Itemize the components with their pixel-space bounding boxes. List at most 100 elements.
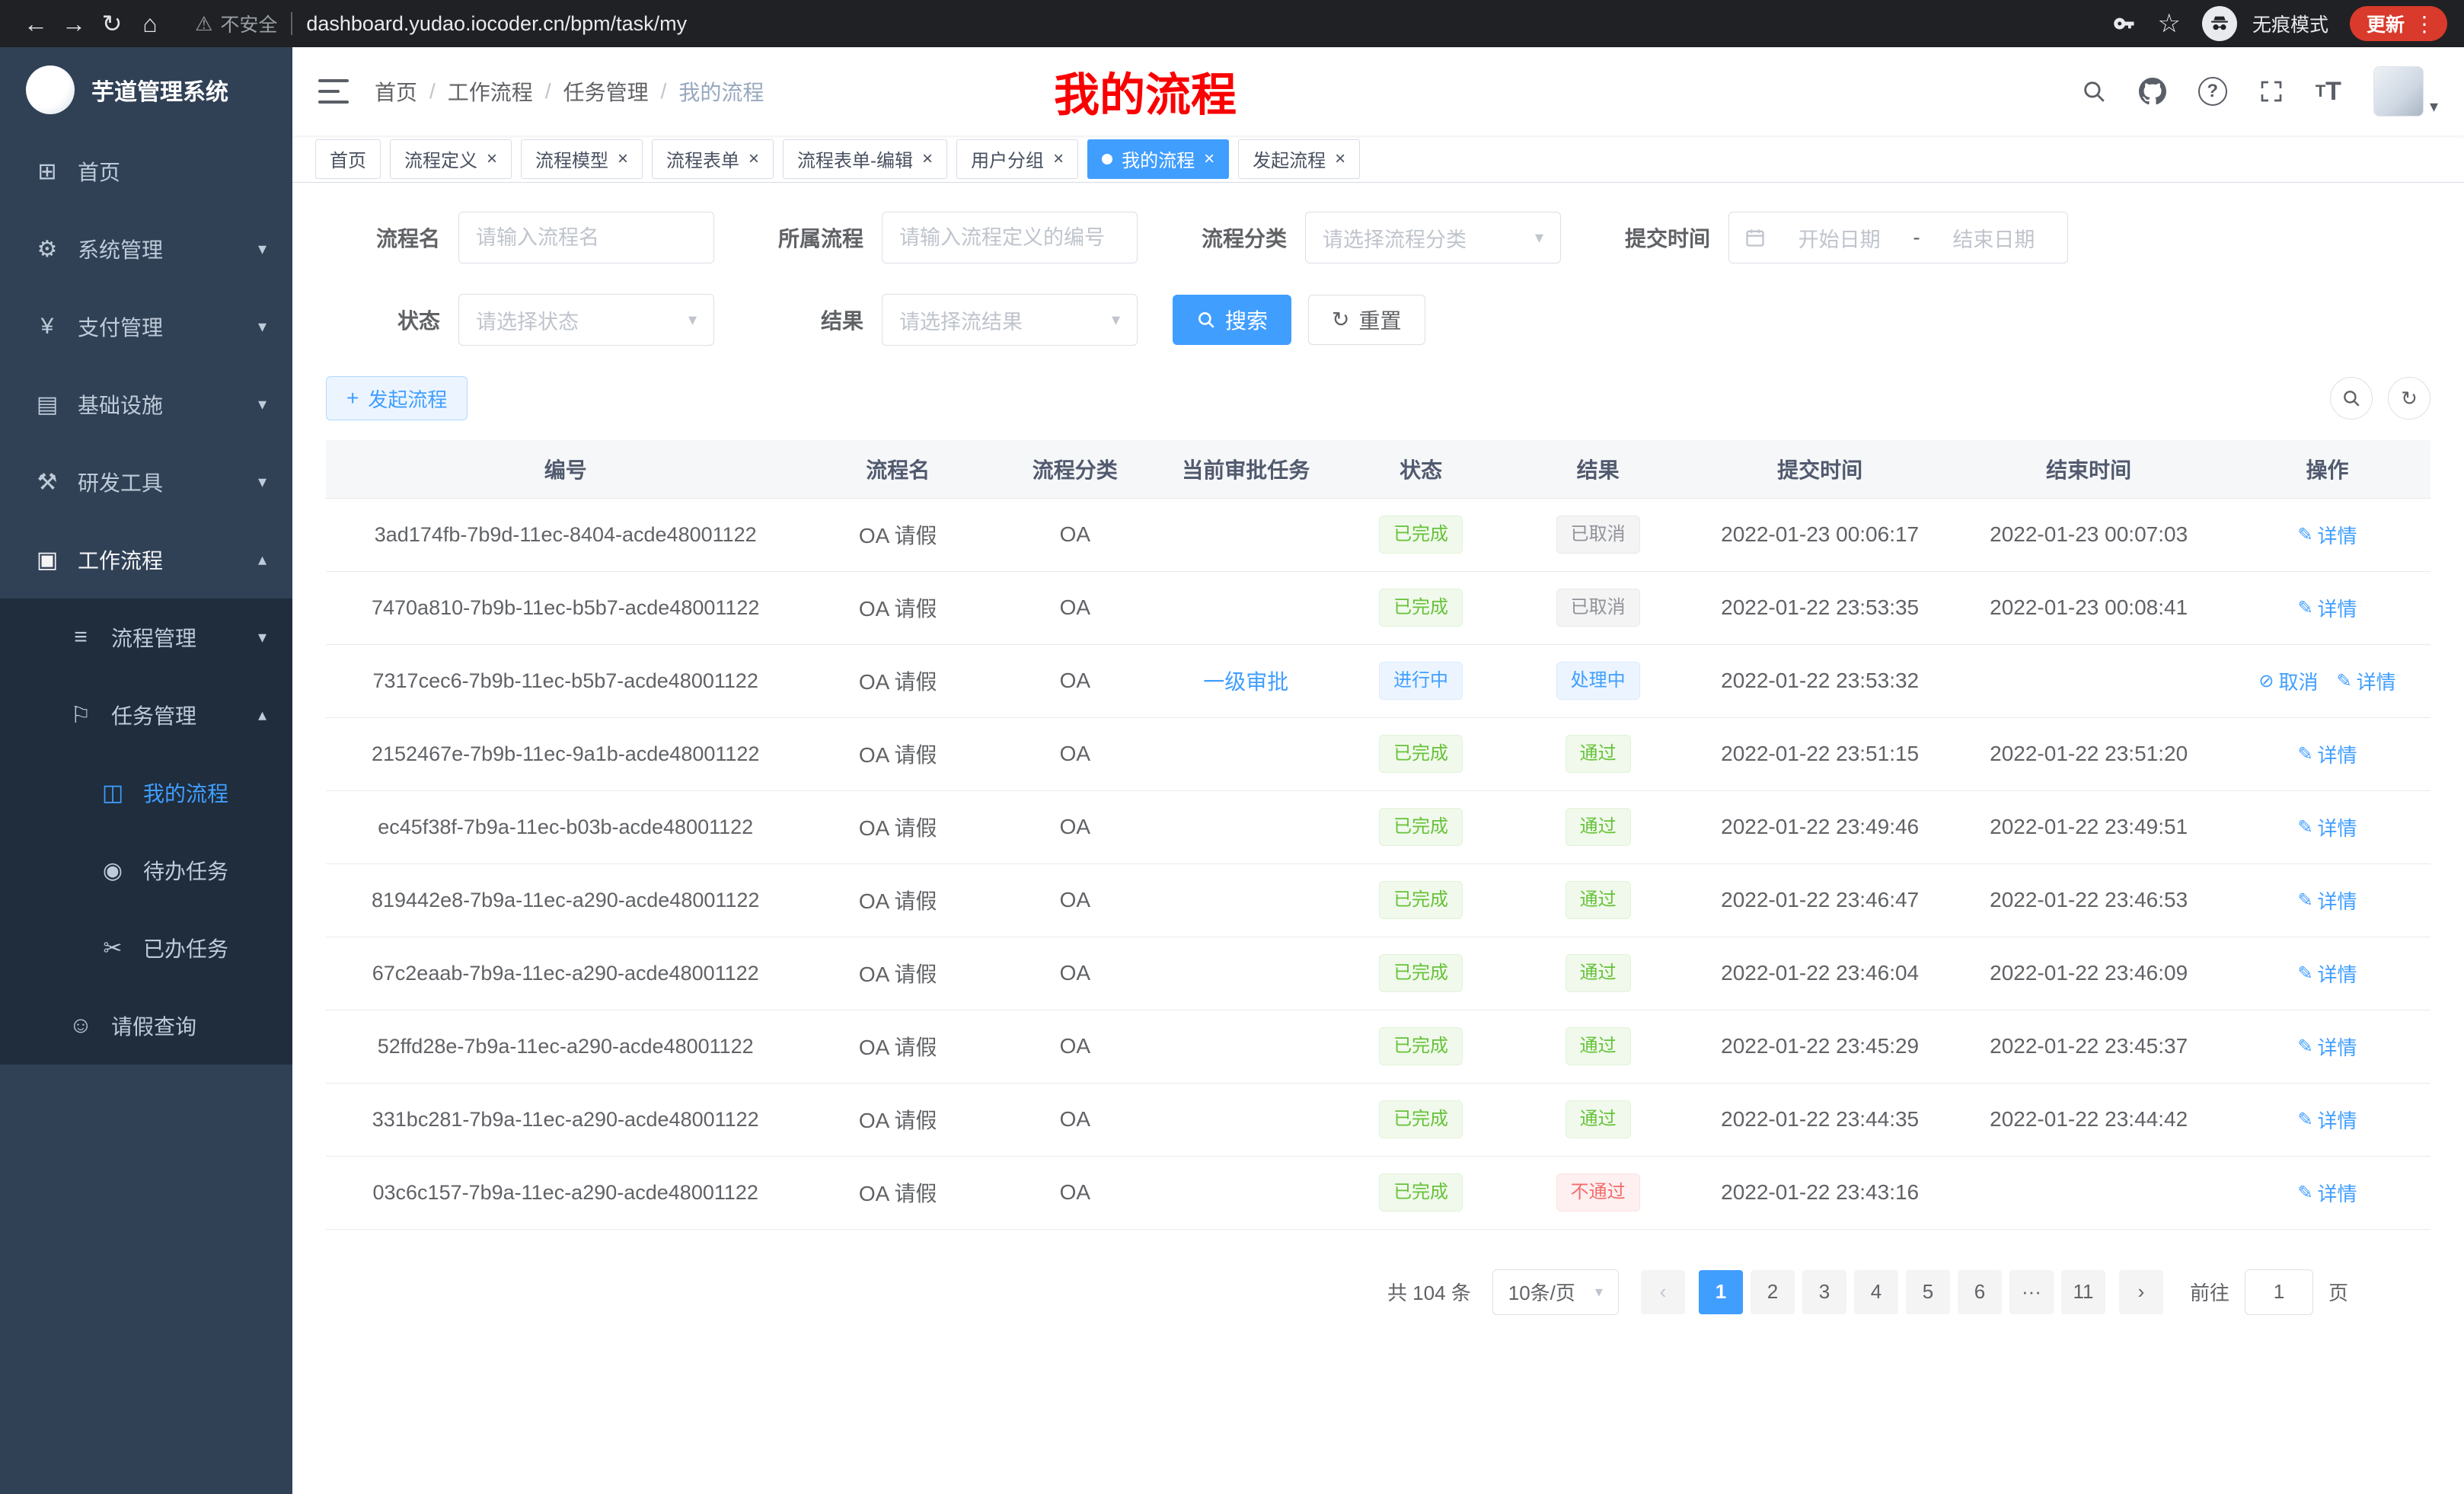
sidebar-item-task-management[interactable]: ⚐任务管理▴ <box>0 676 292 754</box>
browser-menu-icon[interactable]: ⋮ <box>2414 11 2435 37</box>
submit-time-cell: 2022-01-22 23:43:16 <box>1687 1156 1953 1229</box>
detail-action-link[interactable]: ✎详情 <box>2297 1033 2357 1061</box>
current-task-link[interactable]: 一级审批 <box>1203 670 1288 694</box>
hamburger-icon[interactable] <box>318 79 349 104</box>
bookmark-star-icon[interactable]: ☆ <box>2157 8 2180 39</box>
done-icon: ✂ <box>96 935 129 962</box>
sidebar-item-system[interactable]: ⚙系统管理▾ <box>0 210 292 288</box>
detail-action-link[interactable]: ✎详情 <box>2297 1106 2357 1134</box>
tags-view-tab[interactable]: 我的流程× <box>1087 139 1229 179</box>
page-button-1[interactable]: 1 <box>1699 1270 1743 1314</box>
column-header: 结束时间 <box>1953 440 2224 498</box>
breadcrumb-item: 我的流程 <box>678 76 764 107</box>
close-icon[interactable]: × <box>1204 150 1214 168</box>
infrastructure-icon: ▤ <box>30 391 64 418</box>
sidebar-item-todo-tasks[interactable]: ◉待办任务 <box>0 832 292 909</box>
tags-view-tab[interactable]: 流程表单 × <box>652 139 774 179</box>
result-select[interactable]: 请选择流结果 ▾ <box>882 294 1138 346</box>
browser-reload-icon[interactable]: ↻ <box>93 5 131 43</box>
process-def-input[interactable] <box>882 212 1138 263</box>
sidebar-item-payment[interactable]: ¥支付管理▾ <box>0 288 292 366</box>
close-icon[interactable]: × <box>1335 150 1345 168</box>
page-button-6[interactable]: 6 <box>1958 1270 2002 1314</box>
page-button-2[interactable]: 2 <box>1751 1270 1795 1314</box>
page-button-11[interactable]: 11 <box>2061 1270 2105 1314</box>
address-bar[interactable]: ⚠ 不安全 dashboard.yudao.iocoder.cn/bpm/tas… <box>195 10 2113 37</box>
sidebar-item-infrastructure[interactable]: ▤基础设施▾ <box>0 366 292 443</box>
result-badge: 通过 <box>1566 954 1631 991</box>
sidebar-item-workflow[interactable]: ▣工作流程▴ <box>0 521 292 599</box>
detail-action-link[interactable]: ✎详情 <box>2297 1179 2357 1207</box>
more-pages-icon[interactable]: ··· <box>2009 1270 2054 1314</box>
tags-view-tab[interactable]: 首页 <box>315 139 381 179</box>
close-icon[interactable]: × <box>487 150 497 168</box>
submit-time-cell: 2022-01-22 23:45:29 <box>1687 1010 1953 1083</box>
process-category-cell: OA <box>991 864 1160 937</box>
browser-back-icon[interactable]: ← <box>17 5 55 43</box>
status-select[interactable]: 请选择状态 ▾ <box>458 294 714 346</box>
breadcrumb-item[interactable]: 工作流程 <box>448 76 533 107</box>
detail-action-link[interactable]: ✎详情 <box>2297 594 2357 622</box>
sidebar-item-process-management[interactable]: ≡流程管理▾ <box>0 599 292 676</box>
close-icon[interactable]: × <box>748 150 759 168</box>
actions-cell: ✎详情 <box>2224 571 2430 644</box>
search-button[interactable]: 搜索 <box>1173 295 1291 345</box>
page-button-4[interactable]: 4 <box>1854 1270 1898 1314</box>
refresh-table-button[interactable]: ↻ <box>2388 377 2430 420</box>
sidebar-item-my-process[interactable]: ◫我的流程 <box>0 754 292 832</box>
password-key-icon[interactable] <box>2113 12 2136 35</box>
font-size-icon[interactable]: TT <box>2316 77 2341 107</box>
tab-label: 流程表单 <box>666 145 739 172</box>
toggle-search-button[interactable] <box>2330 377 2373 420</box>
cancel-action-link[interactable]: ⊘取消 <box>2258 667 2318 695</box>
app-logo[interactable]: 芋道管理系统 <box>0 47 292 132</box>
prev-page-button[interactable]: ‹ <box>1641 1270 1685 1314</box>
user-avatar[interactable]: ▾ <box>2373 66 2438 117</box>
tags-view-tab[interactable]: 流程定义× <box>390 139 512 179</box>
update-button[interactable]: 更新 ⋮ <box>2350 6 2447 41</box>
browser-forward-icon[interactable]: → <box>55 5 93 43</box>
detail-action-link[interactable]: ✎详情 <box>2297 521 2357 549</box>
page-size-select[interactable]: 10条/页 ▾ <box>1492 1269 1619 1315</box>
goto-page-suffix: 页 <box>2328 1278 2348 1306</box>
table-row: 03c6c157-7b9a-11ec-a290-acde48001122OA 请… <box>326 1156 2430 1229</box>
search-icon[interactable] <box>2081 78 2107 104</box>
category-placeholder: 请选择流程分类 <box>1323 223 1467 253</box>
category-select[interactable]: 请选择流程分类 ▾ <box>1305 212 1561 263</box>
reset-button[interactable]: ↻ 重置 <box>1308 295 1425 345</box>
current-task-cell <box>1160 498 1333 571</box>
sidebar-item-devtools[interactable]: ⚒研发工具▾ <box>0 443 292 521</box>
github-icon[interactable] <box>2139 78 2166 105</box>
next-page-button[interactable]: › <box>2119 1270 2163 1314</box>
tags-view-tab[interactable]: 流程表单-编辑× <box>783 139 947 179</box>
close-icon[interactable]: × <box>618 150 628 168</box>
submit-time-range-picker[interactable]: 开始日期 - 结束日期 <box>1728 212 2068 263</box>
process-name-input[interactable] <box>458 212 714 263</box>
close-icon[interactable]: × <box>922 150 933 168</box>
process-id-cell: 819442e8-7b9a-11ec-a290-acde48001122 <box>326 864 805 937</box>
sidebar-item-leave-query[interactable]: ☺请假查询 <box>0 987 292 1065</box>
page-button-5[interactable]: 5 <box>1906 1270 1950 1314</box>
tags-view-tab[interactable]: 流程模型× <box>521 139 643 179</box>
reset-button-label: 重置 <box>1358 305 1401 335</box>
goto-page-input[interactable] <box>2245 1269 2313 1315</box>
detail-action-link[interactable]: ✎详情 <box>2297 740 2357 768</box>
detail-action-link[interactable]: ✎详情 <box>2297 959 2357 988</box>
detail-action-link[interactable]: ✎详情 <box>2337 667 2396 695</box>
actions-cell: ✎详情 <box>2224 717 2430 790</box>
tags-view-tab[interactable]: 用户分组× <box>956 139 1078 179</box>
breadcrumb-item[interactable]: 任务管理 <box>563 76 649 107</box>
create-process-button[interactable]: + 发起流程 <box>326 376 468 420</box>
tags-view-tab[interactable]: 发起流程× <box>1238 139 1360 179</box>
browser-home-icon[interactable]: ⌂ <box>131 5 169 43</box>
filter-row-2: 状态 请选择状态 ▾ 结果 请选择流结果 ▾ <box>326 294 2430 346</box>
close-icon[interactable]: × <box>1053 150 1064 168</box>
detail-action-link[interactable]: ✎详情 <box>2297 886 2357 915</box>
help-icon[interactable]: ? <box>2198 77 2227 106</box>
sidebar-item-home[interactable]: ⊞首页 <box>0 132 292 210</box>
sidebar-item-done-tasks[interactable]: ✂已办任务 <box>0 909 292 987</box>
page-button-3[interactable]: 3 <box>1802 1270 1846 1314</box>
fullscreen-icon[interactable] <box>2259 79 2284 104</box>
breadcrumb-item[interactable]: 首页 <box>375 76 417 107</box>
detail-action-link[interactable]: ✎详情 <box>2297 813 2357 841</box>
